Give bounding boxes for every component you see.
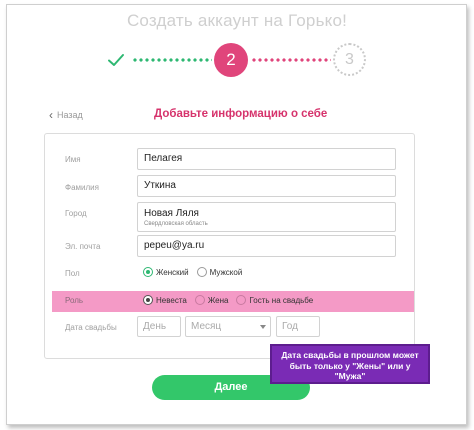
wedding-year-input[interactable]: Год — [276, 316, 320, 337]
gender-option-label: Женский — [156, 267, 189, 277]
month-placeholder: Месяц — [191, 321, 222, 332]
role-option-label: Гость на свадьбе — [249, 295, 314, 305]
surname-input[interactable]: Уткина — [137, 175, 396, 197]
wedding-date-label: Дата свадьбы — [65, 323, 117, 332]
progress-dots-completed — [132, 58, 212, 62]
email-label: Эл. почта — [65, 242, 101, 251]
name-label: Имя — [65, 155, 81, 164]
step-2-active: 2 — [214, 43, 248, 77]
gender-option-male[interactable]: Мужской — [196, 267, 243, 277]
chevron-down-icon — [260, 325, 266, 329]
role-option-bride[interactable]: Невеста — [143, 295, 187, 305]
progress-dots-active — [251, 58, 331, 62]
role-radio-group: Невеста Жена Гость на свадьбе — [143, 295, 317, 305]
radio-checked-icon[interactable] — [143, 267, 153, 277]
name-input[interactable]: Пелагея — [137, 148, 396, 170]
radio-checked-icon[interactable] — [143, 295, 153, 305]
wedding-month-select[interactable]: Месяц — [185, 316, 271, 337]
email-value: pepeu@ya.ru — [144, 240, 205, 251]
day-placeholder: День — [143, 321, 167, 332]
radio-unchecked-icon[interactable] — [236, 295, 247, 305]
chevron-left-icon: ‹ — [49, 108, 53, 122]
surname-value: Уткина — [144, 180, 176, 191]
role-option-label: Жена — [207, 295, 229, 305]
city-region: Свердловская область — [144, 221, 208, 227]
role-option-guest[interactable]: Гость на свадьбе — [236, 295, 313, 305]
year-placeholder: Год — [282, 321, 298, 332]
city-value: Новая Ляля — [144, 208, 199, 219]
gender-option-label: Мужской — [209, 267, 243, 277]
gender-label: Пол — [65, 269, 80, 278]
page-title: Создать аккаунт на Горько! — [126, 11, 348, 30]
gender-radio-group: Женский Мужской — [143, 267, 246, 277]
back-label: Назад — [57, 110, 83, 120]
email-input[interactable]: pepeu@ya.ru — [137, 235, 396, 257]
back-link[interactable]: ‹ Назад — [49, 108, 83, 122]
city-label: Город — [65, 209, 87, 218]
step-3-pending: 3 — [333, 43, 366, 76]
radio-unchecked-icon[interactable] — [194, 295, 205, 305]
check-icon — [108, 54, 124, 66]
role-option-label: Невеста — [156, 295, 187, 305]
section-title: Добавьте информацию о себе — [154, 108, 328, 120]
wedding-day-input[interactable]: День — [137, 316, 181, 337]
city-input[interactable]: Новая Ляля Свердловская область — [137, 202, 396, 232]
role-option-wife[interactable]: Жена — [194, 295, 229, 305]
radio-unchecked-icon[interactable] — [196, 267, 207, 277]
name-value: Пелагея — [144, 153, 183, 164]
annotation-callout: Дата свадьбы в прошлом может быть только… — [270, 344, 430, 384]
surname-label: Фамилия — [65, 183, 99, 192]
role-label: Роль — [65, 296, 84, 305]
gender-option-female[interactable]: Женский — [143, 267, 189, 277]
